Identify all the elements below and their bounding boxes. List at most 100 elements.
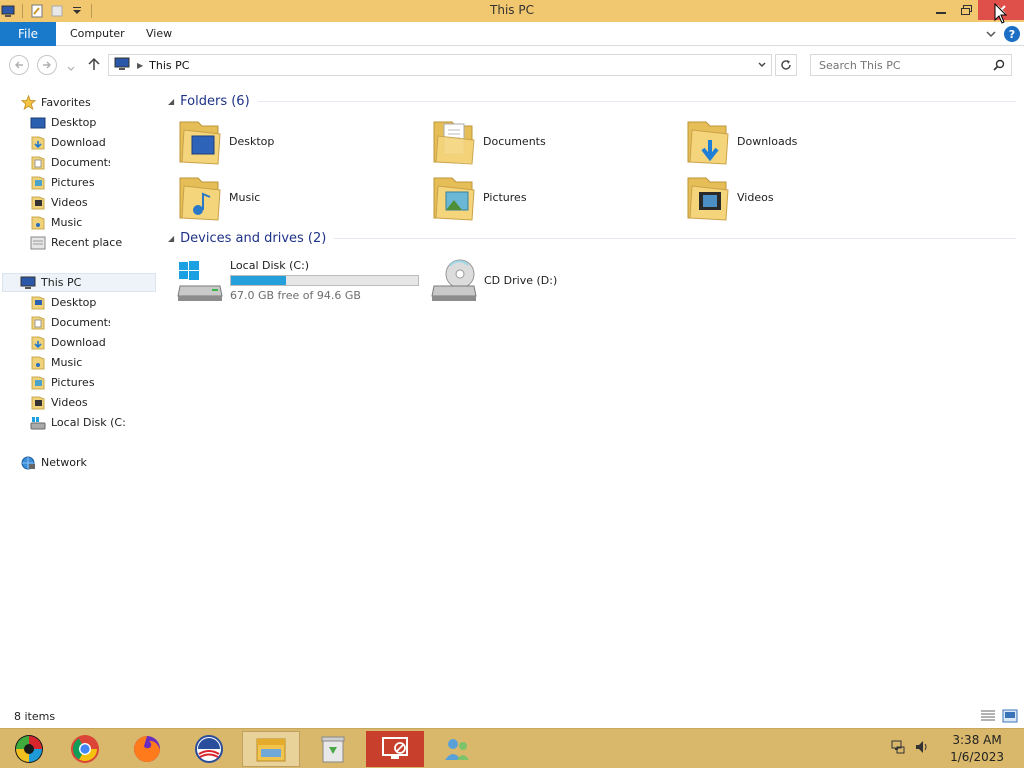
folder-documents[interactable]: Documents	[432, 115, 672, 167]
status-bar: 8 items	[0, 706, 1024, 728]
file-explorer-taskbar-button[interactable]	[242, 731, 300, 767]
mouse-cursor-icon	[994, 3, 1008, 24]
ribbon-tabs: File Computer View ?	[0, 22, 1024, 46]
back-button[interactable]	[9, 55, 29, 75]
nav-pc-videos[interactable]: Videos	[30, 393, 88, 412]
nav-network[interactable]: Network	[20, 453, 87, 472]
disk-usage-bar	[230, 274, 419, 286]
nav-pc-music[interactable]: Music	[30, 353, 84, 372]
details-view-icon[interactable]	[980, 709, 996, 726]
clock-date: 1/6/2023	[950, 750, 1004, 764]
forward-button[interactable]	[37, 55, 57, 75]
help-icon[interactable]: ?	[1004, 26, 1020, 42]
this-pc-icon	[20, 275, 36, 291]
navigation-bar: ▶ This PC	[0, 47, 1024, 83]
toolbar-separator	[91, 4, 92, 18]
chrome-taskbar-button[interactable]	[56, 731, 114, 767]
collapse-triangle-icon[interactable]: ◢	[168, 234, 174, 243]
nav-favorites[interactable]: Favorites	[20, 93, 91, 112]
local-disk-icon	[177, 261, 223, 301]
pictures-folder-icon	[433, 177, 475, 221]
nav-pc-documents[interactable]: Documents	[30, 313, 110, 332]
pictures-folder-icon	[30, 175, 46, 191]
obama-logo-taskbar-button[interactable]	[180, 731, 238, 767]
minimize-button[interactable]	[928, 0, 954, 20]
remote-desktop-icon	[382, 737, 408, 759]
content-area: ◢ Folders (6) Desktop Documents Download…	[160, 86, 1024, 704]
item-count: 8 items	[14, 710, 56, 723]
customize-toolbar-chevron-icon[interactable]	[69, 3, 85, 19]
desktop-folder-icon	[179, 121, 221, 165]
nav-this-pc[interactable]: This PC	[2, 273, 156, 292]
refresh-button[interactable]	[775, 54, 797, 76]
documents-folder-icon	[30, 155, 46, 171]
nav-fav-desktop[interactable]: Desktop	[30, 113, 96, 132]
folder-pictures[interactable]: Pictures	[432, 171, 672, 223]
breadcrumb-chevron-icon[interactable]: ▶	[137, 61, 143, 70]
folder-videos[interactable]: Videos	[686, 171, 926, 223]
people-taskbar-button[interactable]	[428, 731, 486, 767]
nav-pc-pictures[interactable]: Pictures	[30, 373, 110, 392]
nav-fav-downloads[interactable]: Download	[30, 133, 110, 152]
drives-group-header[interactable]: ◢ Devices and drives (2)	[168, 228, 1016, 248]
folders-group-header[interactable]: ◢ Folders (6)	[168, 91, 1016, 111]
documents-folder-icon	[30, 315, 46, 331]
nav-pc-downloads[interactable]: Download	[30, 333, 110, 352]
star-icon	[20, 95, 36, 111]
drive-cd-d[interactable]: CD Drive (D:)	[430, 256, 557, 304]
nav-pc-desktop[interactable]: Desktop	[30, 293, 96, 312]
recycle-bin-taskbar-button[interactable]	[304, 731, 362, 767]
nav-fav-documents[interactable]: Documents	[30, 153, 110, 172]
folder-downloads[interactable]: Downloads	[686, 115, 926, 167]
volume-icon[interactable]	[914, 739, 930, 758]
breadcrumb-this-pc[interactable]: This PC	[149, 59, 189, 72]
taskbar-clock[interactable]: 3:38 AM 1/6/2023	[950, 732, 1004, 766]
cd-drive-icon	[431, 259, 477, 301]
nav-pc-local-disk[interactable]: Local Disk (C:	[30, 413, 126, 432]
computer-icon[interactable]	[0, 3, 16, 19]
search-box[interactable]	[810, 54, 1012, 76]
documents-folder-icon	[433, 121, 475, 165]
recent-locations-chevron-icon[interactable]	[67, 61, 75, 75]
title-bar: This PC	[0, 0, 1024, 22]
nav-fav-pictures[interactable]: Pictures	[30, 173, 110, 192]
recent-places-icon	[30, 235, 46, 251]
collapse-triangle-icon[interactable]: ◢	[168, 97, 174, 106]
file-explorer-icon	[256, 738, 286, 762]
forward-arrow-icon	[43, 61, 51, 69]
properties-icon[interactable]	[29, 3, 45, 19]
large-icons-view-icon[interactable]	[1002, 709, 1018, 726]
videos-folder-icon	[687, 177, 729, 221]
new-folder-icon[interactable]	[49, 3, 65, 19]
tab-view[interactable]: View	[146, 27, 172, 40]
taskbar: 3:38 AM 1/6/2023	[0, 728, 1024, 768]
search-input[interactable]	[819, 58, 989, 72]
nav-fav-videos[interactable]: Videos	[30, 193, 88, 212]
people-icon	[445, 739, 469, 760]
address-bar[interactable]: ▶ This PC	[108, 54, 772, 76]
tab-computer[interactable]: Computer	[70, 27, 125, 40]
drive-local-disk-c[interactable]: Local Disk (C:) 67.0 GB free of 94.6 GB	[176, 256, 419, 304]
maximize-button[interactable]	[954, 0, 978, 20]
system-tray	[890, 739, 930, 758]
navigation-pane: Favorites Desktop Download Documents Pic…	[0, 86, 158, 704]
tab-file[interactable]: File	[0, 22, 56, 46]
music-folder-icon	[30, 355, 46, 371]
folder-desktop[interactable]: Desktop	[178, 115, 418, 167]
start-button[interactable]	[0, 731, 58, 767]
up-arrow-icon[interactable]	[88, 57, 100, 74]
downloads-folder-icon	[30, 335, 46, 351]
recycle-bin-icon	[321, 736, 345, 763]
nav-fav-music[interactable]: Music	[30, 213, 84, 232]
nav-fav-recent-places[interactable]: Recent place	[30, 233, 126, 252]
firefox-taskbar-button[interactable]	[118, 731, 176, 767]
search-icon[interactable]	[993, 59, 1005, 74]
back-arrow-icon	[15, 61, 23, 69]
folder-music[interactable]: Music	[178, 171, 418, 223]
remote-desktop-taskbar-button[interactable]	[366, 731, 424, 767]
expand-ribbon-chevron-icon[interactable]	[986, 27, 996, 41]
chrome-icon	[71, 735, 99, 763]
address-dropdown-icon[interactable]	[757, 58, 767, 75]
network-status-icon[interactable]	[890, 739, 906, 758]
pictures-folder-icon	[30, 375, 46, 391]
